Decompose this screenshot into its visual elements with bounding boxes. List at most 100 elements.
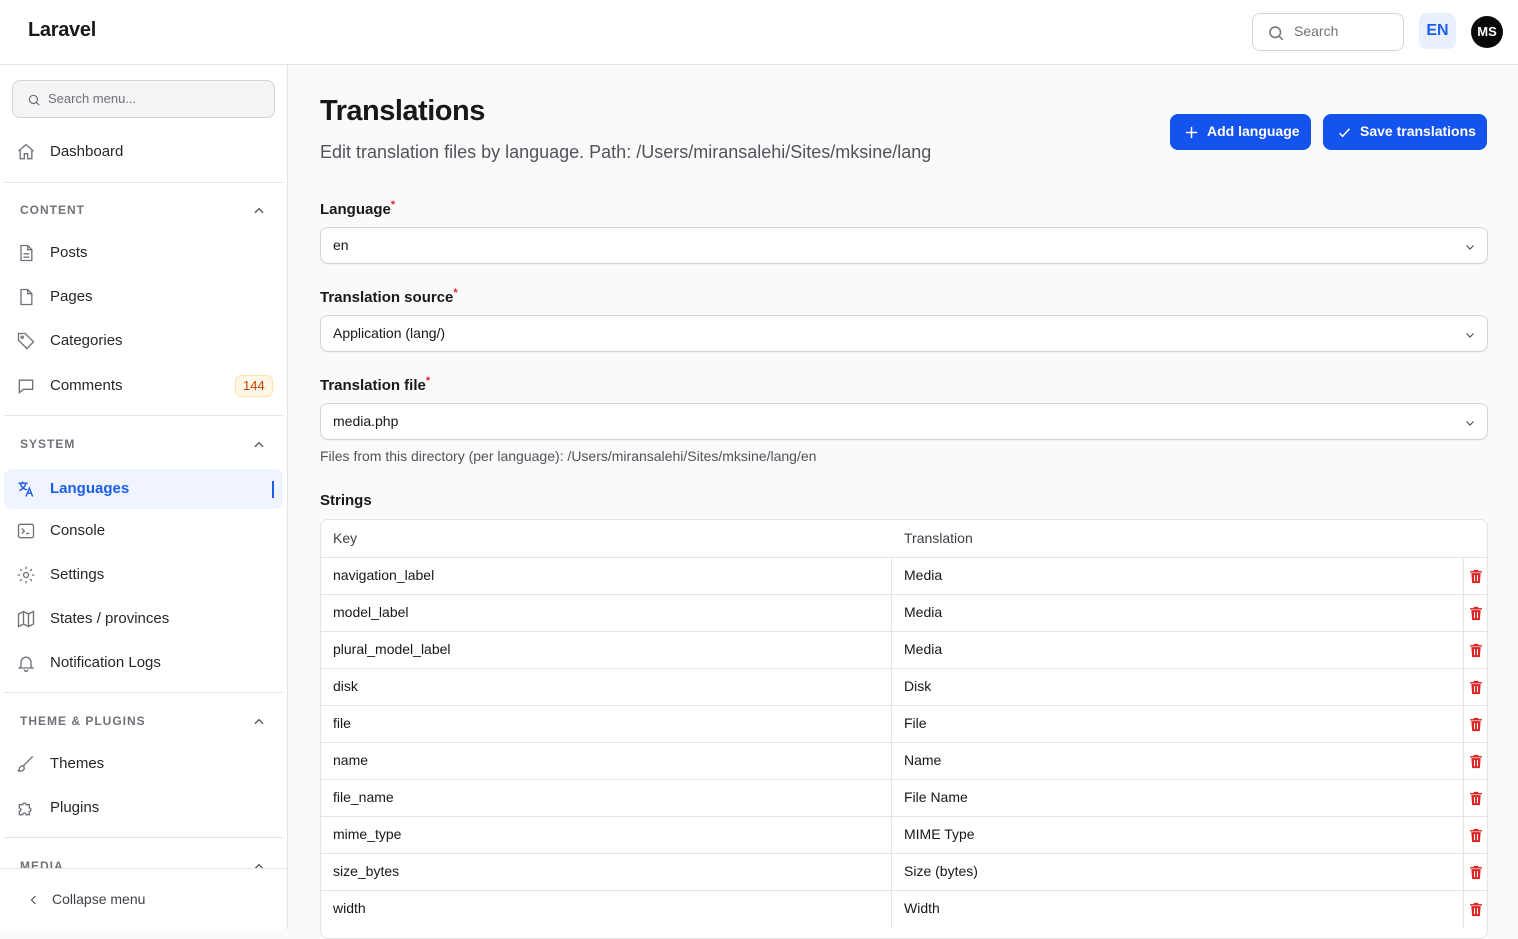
translation-value: Media bbox=[904, 604, 943, 620]
translate-icon bbox=[18, 481, 34, 497]
collapse-menu-button[interactable]: Collapse menu bbox=[0, 868, 287, 929]
string-key: file bbox=[333, 715, 351, 731]
translation-value: File bbox=[904, 715, 927, 731]
table-row: file File bbox=[321, 705, 1487, 743]
group-header-content[interactable]: CONTENT bbox=[20, 203, 85, 217]
add-language-button[interactable]: Add language bbox=[1170, 114, 1311, 150]
page-subtitle: Edit translation files by language. Path… bbox=[320, 142, 932, 162]
home-icon bbox=[18, 143, 34, 160]
sidebar-divider bbox=[4, 415, 283, 416]
table-row: width Width bbox=[321, 890, 1487, 928]
comments-count-badge: 144 bbox=[235, 375, 273, 397]
sidebar-item-categories[interactable]: Categories bbox=[4, 321, 283, 361]
chevron-left-icon bbox=[30, 895, 36, 905]
trash-icon[interactable] bbox=[1468, 900, 1484, 919]
translation-input[interactable]: File bbox=[891, 706, 1464, 743]
sidebar-item-notification-logs[interactable]: Notification Logs bbox=[4, 643, 283, 683]
column-header-key: Key bbox=[333, 530, 358, 546]
sidebar-item-label: Categories bbox=[50, 332, 123, 349]
table-row: size_bytes Size (bytes) bbox=[321, 853, 1487, 891]
sidebar-item-comments[interactable]: Comments 144 bbox=[4, 366, 283, 406]
trash-icon[interactable] bbox=[1468, 678, 1484, 697]
table-row: file_name File Name bbox=[321, 779, 1487, 817]
strings-table: Key Translation navigation_label Media mod… bbox=[320, 519, 1488, 939]
trash-icon[interactable] bbox=[1468, 863, 1484, 882]
sidebar-item-settings[interactable]: Settings bbox=[4, 555, 283, 595]
translation-source-select[interactable]: Application (lang/) bbox=[320, 315, 1488, 352]
sidebar-item-posts[interactable]: Posts bbox=[4, 233, 283, 273]
chevron-down-icon bbox=[1466, 333, 1474, 338]
translation-value: MIME Type bbox=[904, 826, 975, 842]
sidebar-item-label: Console bbox=[50, 522, 106, 539]
sidebar-item-console[interactable]: Console bbox=[4, 511, 283, 551]
brand-logo[interactable]: Laravel bbox=[28, 19, 96, 42]
translation-input[interactable]: Name bbox=[891, 743, 1464, 780]
translation-input[interactable]: Disk bbox=[891, 669, 1464, 706]
search-icon bbox=[1269, 26, 1284, 41]
sidebar-divider bbox=[4, 837, 283, 838]
global-search-input[interactable]: Search bbox=[1252, 13, 1404, 51]
sidebar-item-label: States / provinces bbox=[50, 610, 170, 627]
translation-input[interactable]: Media bbox=[891, 632, 1464, 669]
trash-icon[interactable] bbox=[1468, 789, 1484, 808]
top-bar: Laravel Search EN MS bbox=[0, 0, 1518, 65]
trash-icon[interactable] bbox=[1468, 567, 1484, 586]
map-icon bbox=[17, 610, 35, 628]
language-switcher-button[interactable]: EN bbox=[1419, 13, 1456, 49]
sidebar-item-languages[interactable]: Languages bbox=[4, 469, 283, 509]
trash-icon[interactable] bbox=[1468, 752, 1484, 771]
trash-icon[interactable] bbox=[1468, 826, 1484, 845]
save-translations-button[interactable]: Save translations bbox=[1323, 114, 1487, 150]
translation-value: Media bbox=[904, 641, 943, 657]
language-select[interactable]: en bbox=[320, 227, 1488, 264]
table-row: plural_model_label Media bbox=[321, 631, 1487, 669]
translation-input[interactable]: Width bbox=[891, 891, 1464, 928]
user-avatar[interactable]: MS bbox=[1471, 16, 1503, 48]
global-search-placeholder: Search bbox=[1294, 23, 1339, 39]
translation-value: File Name bbox=[904, 789, 968, 805]
chevron-up-icon[interactable] bbox=[252, 715, 266, 729]
trash-icon[interactable] bbox=[1468, 604, 1484, 623]
language-field-label: Language* bbox=[320, 199, 396, 218]
sidebar-item-states-provinces[interactable]: States / provinces bbox=[4, 599, 283, 639]
gear-icon bbox=[17, 566, 35, 584]
group-header-theme-plugins[interactable]: THEME & PLUGINS bbox=[20, 714, 146, 728]
chevron-up-icon[interactable] bbox=[252, 204, 266, 218]
source-field-label: Translation source* bbox=[320, 287, 458, 306]
sidebar-search-placeholder: Search menu... bbox=[48, 91, 137, 106]
column-header-translation: Translation bbox=[904, 530, 973, 546]
translation-input[interactable]: Media bbox=[891, 558, 1464, 595]
trash-icon[interactable] bbox=[1468, 641, 1484, 660]
terminal-icon bbox=[17, 523, 35, 539]
sidebar-item-pages[interactable]: Pages bbox=[4, 277, 283, 317]
chevron-down-icon bbox=[1466, 421, 1474, 426]
tag-icon bbox=[17, 332, 35, 350]
translation-input[interactable]: Media bbox=[891, 595, 1464, 632]
string-key: width bbox=[333, 900, 366, 916]
file-field-label: Translation file* bbox=[320, 375, 431, 394]
sidebar-item-dashboard[interactable]: Dashboard bbox=[4, 132, 283, 172]
sidebar-item-label: Notification Logs bbox=[50, 654, 161, 671]
sidebar-item-themes[interactable]: Themes bbox=[4, 744, 283, 784]
translation-value: Disk bbox=[904, 678, 932, 694]
plus-icon bbox=[1185, 126, 1198, 139]
sidebar-item-label: Languages bbox=[50, 480, 130, 497]
string-key: mime_type bbox=[333, 826, 402, 842]
chevron-down-icon bbox=[1466, 245, 1474, 250]
group-header-system[interactable]: SYSTEM bbox=[20, 437, 75, 451]
chevron-up-icon[interactable] bbox=[252, 438, 266, 452]
file-directory-hint: Files from this directory (per language)… bbox=[320, 448, 817, 464]
translation-input[interactable]: MIME Type bbox=[891, 817, 1464, 854]
translation-file-select[interactable]: media.php bbox=[320, 403, 1488, 440]
sidebar-item-plugins[interactable]: Plugins bbox=[4, 788, 283, 828]
trash-icon[interactable] bbox=[1468, 715, 1484, 734]
main-content: Translations Edit translation files by l… bbox=[289, 65, 1518, 939]
translation-input[interactable]: File Name bbox=[891, 780, 1464, 817]
sidebar-search-input[interactable]: Search menu... bbox=[12, 80, 275, 118]
collapse-menu-label: Collapse menu bbox=[52, 891, 146, 907]
search-icon bbox=[28, 94, 40, 106]
page-icon bbox=[20, 288, 33, 306]
translation-input[interactable]: Size (bytes) bbox=[891, 854, 1464, 891]
string-key: disk bbox=[333, 678, 358, 694]
table-row: name Name bbox=[321, 742, 1487, 780]
